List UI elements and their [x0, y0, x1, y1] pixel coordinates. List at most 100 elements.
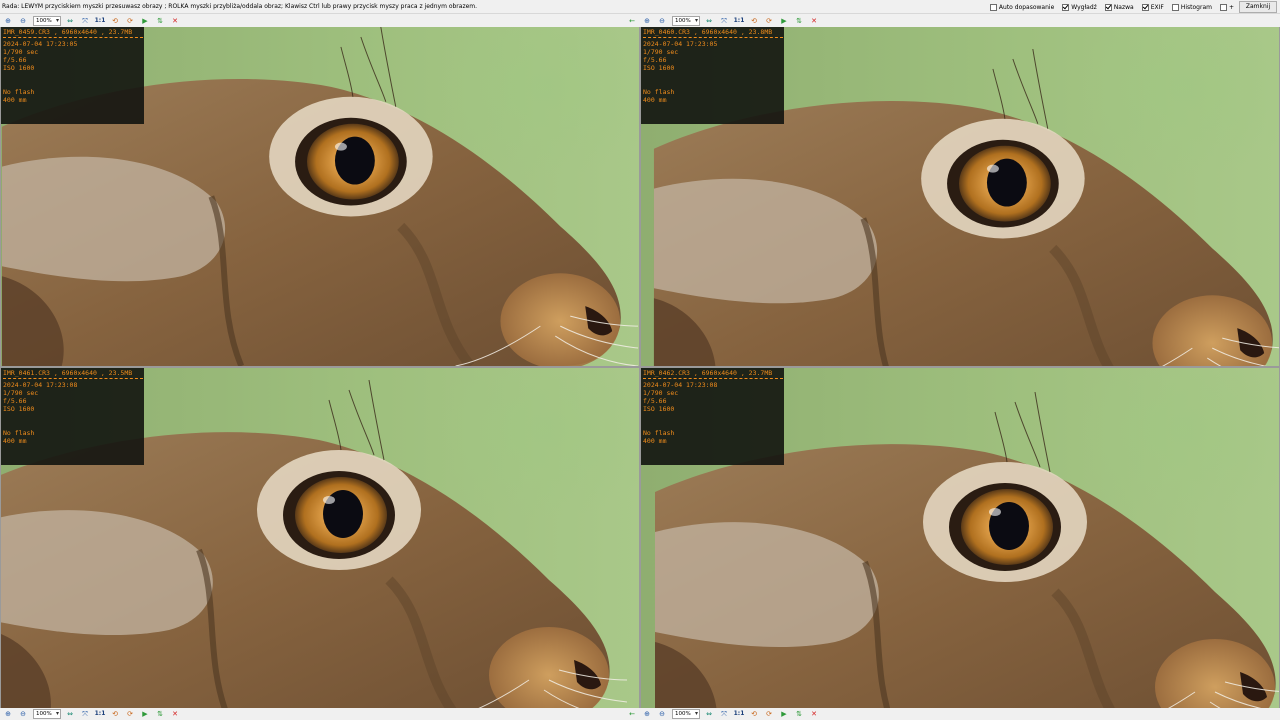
exif-iso: ISO 1600 [643, 405, 675, 413]
image-pane-3[interactable]: IMR_0461.CR3 , 6960x4640 , 23.5MB 2024-0… [1, 368, 639, 708]
exif-focal: 400 mm [643, 437, 667, 445]
actual-size-button[interactable]: 1:1 [734, 709, 745, 719]
fit-all-icon[interactable]: ⤧ [719, 16, 729, 26]
histogram-checkbox[interactable] [1171, 3, 1179, 11]
fit-all-icon[interactable]: ⤧ [80, 16, 90, 26]
zoom-select[interactable]: 100% [672, 709, 700, 719]
file-name: IMR_0460.CR3 , 6960x4640 , 23.8MB [643, 28, 773, 36]
zoom-out-icon[interactable]: ⊖ [18, 709, 28, 719]
zoom-in-icon[interactable]: ⊕ [3, 16, 13, 26]
flip-icon[interactable]: ⇅ [794, 709, 804, 719]
rotate-left-icon[interactable]: ⟲ [749, 709, 759, 719]
option-smooth[interactable]: Wygładź [1062, 3, 1097, 11]
toolbar-top-right: ← ⊕ ⊖ 100% ⇔ ⤧ 1:1 ⟲ ⟳ ▶ ⇅ ✕ [627, 15, 824, 27]
next-image-icon[interactable]: ▶ [779, 16, 789, 26]
usage-hint: Rada: LEWYM przyciskiem myszki przesuwas… [2, 3, 478, 10]
exif-overlay: IMR_0459.CR3 , 6960x4640 , 23.7MB 2024-0… [1, 27, 144, 124]
option-label: + [1228, 3, 1234, 11]
option-label: Auto dopasowanie [998, 3, 1055, 11]
option-name[interactable]: Nazwa [1104, 3, 1134, 11]
zoom-select[interactable]: 100% [672, 16, 700, 26]
exif-overlay: IMR_0462.CR3 , 6960x4640 , 23.7MB 2024-0… [641, 368, 784, 465]
rotate-right-icon[interactable]: ⟳ [764, 709, 774, 719]
exif-datetime: 2024-07-04 17:23:05 [3, 40, 78, 48]
exif-focal: 400 mm [3, 96, 27, 104]
auto-fit-checkbox[interactable] [989, 3, 997, 11]
image-pane-4[interactable]: IMR_0462.CR3 , 6960x4640 , 23.7MB 2024-0… [641, 368, 1279, 708]
name-checkbox[interactable] [1104, 3, 1112, 11]
image-grid: IMR_0459.CR3 , 6960x4640 , 23.7MB 2024-0… [0, 27, 1280, 708]
close-image-icon[interactable]: ✕ [809, 709, 819, 719]
next-image-icon[interactable]: ▶ [779, 709, 789, 719]
rotate-right-icon[interactable]: ⟳ [125, 709, 135, 719]
exif-datetime: 2024-07-04 17:23:08 [643, 381, 718, 389]
option-exif[interactable]: EXIF [1141, 3, 1164, 11]
option-plus[interactable]: + [1219, 3, 1234, 11]
toolbar-bottom-left: ⊕ ⊖ 100% ⇔ ⤧ 1:1 ⟲ ⟳ ▶ ⇅ ✕ [3, 708, 185, 720]
zoom-in-icon[interactable]: ⊕ [642, 709, 652, 719]
exif-flash: No flash [3, 88, 35, 96]
option-auto-fit[interactable]: Auto dopasowanie [989, 3, 1055, 11]
exif-aperture: f/5.66 [3, 56, 27, 64]
exif-shutter: 1/790 sec [3, 48, 39, 56]
zoom-out-icon[interactable]: ⊖ [657, 16, 667, 26]
display-options: Auto dopasowanie Wygładź Nazwa EXIF Hist… [982, 2, 1234, 12]
exif-iso: ISO 1600 [643, 64, 675, 72]
zoom-out-icon[interactable]: ⊖ [657, 709, 667, 719]
plus-checkbox[interactable] [1219, 3, 1227, 11]
exif-checkbox[interactable] [1141, 3, 1149, 11]
rotate-left-icon[interactable]: ⟲ [110, 709, 120, 719]
actual-size-button[interactable]: 1:1 [95, 709, 106, 719]
exif-datetime: 2024-07-04 17:23:08 [3, 381, 78, 389]
rotate-right-icon[interactable]: ⟳ [125, 16, 135, 26]
top-bar: Rada: LEWYM przyciskiem myszki przesuwas… [0, 0, 1280, 14]
actual-size-button[interactable]: 1:1 [734, 16, 745, 26]
option-label: Wygładź [1071, 3, 1097, 11]
image-pane-1[interactable]: IMR_0459.CR3 , 6960x4640 , 23.7MB 2024-0… [1, 27, 639, 366]
option-label: Nazwa [1113, 3, 1134, 11]
zoom-select[interactable]: 100% [33, 16, 61, 26]
exif-overlay: IMR_0461.CR3 , 6960x4640 , 23.5MB 2024-0… [1, 368, 144, 465]
fit-width-icon[interactable]: ⇔ [704, 709, 714, 719]
divider [643, 37, 783, 38]
fit-all-icon[interactable]: ⤧ [80, 709, 90, 719]
zoom-in-icon[interactable]: ⊕ [642, 16, 652, 26]
toolbar-top-left: ⊕ ⊖ 100% ⇔ ⤧ 1:1 ⟲ ⟳ ▶ ⇅ ✕ [3, 15, 185, 27]
fit-width-icon[interactable]: ⇔ [704, 16, 714, 26]
exif-iso: ISO 1600 [3, 64, 35, 72]
file-name: IMR_0461.CR3 , 6960x4640 , 23.5MB [3, 369, 133, 377]
rotate-left-icon[interactable]: ⟲ [110, 16, 120, 26]
back-arrow-icon[interactable]: ← [627, 16, 637, 26]
exif-overlay: IMR_0460.CR3 , 6960x4640 , 23.8MB 2024-0… [641, 27, 784, 124]
flip-icon[interactable]: ⇅ [794, 16, 804, 26]
zoom-select[interactable]: 100% [33, 709, 61, 719]
image-pane-2[interactable]: IMR_0460.CR3 , 6960x4640 , 23.8MB 2024-0… [641, 27, 1279, 366]
fit-width-icon[interactable]: ⇔ [65, 709, 75, 719]
exif-focal: 400 mm [643, 96, 667, 104]
file-name: IMR_0462.CR3 , 6960x4640 , 23.7MB [643, 369, 773, 377]
rotate-left-icon[interactable]: ⟲ [749, 16, 759, 26]
exif-aperture: f/5.66 [643, 56, 667, 64]
actual-size-button[interactable]: 1:1 [95, 16, 106, 26]
close-image-icon[interactable]: ✕ [809, 16, 819, 26]
flip-icon[interactable]: ⇅ [155, 709, 165, 719]
close-button[interactable]: Zamknij [1239, 1, 1277, 13]
next-image-icon[interactable]: ▶ [140, 709, 150, 719]
exif-flash: No flash [643, 429, 675, 437]
rotate-right-icon[interactable]: ⟳ [764, 16, 774, 26]
flip-icon[interactable]: ⇅ [155, 16, 165, 26]
divider [3, 37, 143, 38]
exif-shutter: 1/790 sec [3, 389, 39, 397]
zoom-in-icon[interactable]: ⊕ [3, 709, 13, 719]
fit-width-icon[interactable]: ⇔ [65, 16, 75, 26]
zoom-out-icon[interactable]: ⊖ [18, 16, 28, 26]
fit-all-icon[interactable]: ⤧ [719, 709, 729, 719]
next-image-icon[interactable]: ▶ [140, 16, 150, 26]
close-image-icon[interactable]: ✕ [170, 16, 180, 26]
smooth-checkbox[interactable] [1062, 3, 1070, 11]
exif-shutter: 1/790 sec [643, 389, 679, 397]
option-histogram[interactable]: Histogram [1171, 3, 1212, 11]
close-image-icon[interactable]: ✕ [170, 709, 180, 719]
toolbar-bottom-right: ← ⊕ ⊖ 100% ⇔ ⤧ 1:1 ⟲ ⟳ ▶ ⇅ ✕ [627, 708, 824, 720]
back-arrow-icon[interactable]: ← [627, 709, 637, 719]
